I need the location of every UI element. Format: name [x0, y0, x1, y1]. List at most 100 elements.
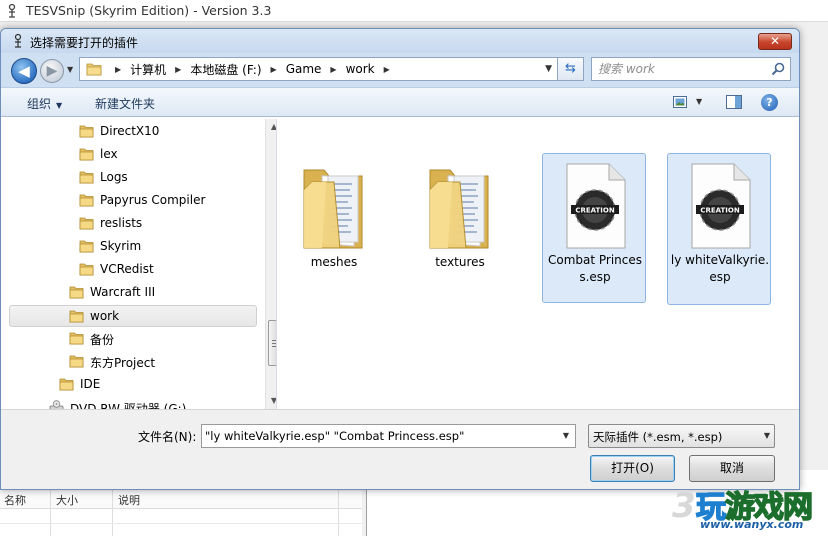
tree-item-label: Skyrim	[100, 239, 142, 253]
dialog-footer: 文件名(N): ▼ 天际插件 (*.esm, *.esp) ▼ 打开(O) 取消	[1, 409, 799, 489]
new-folder-button[interactable]: 新建文件夹	[95, 95, 155, 112]
col-divider	[112, 489, 113, 536]
chevron-down-icon: ▼	[763, 431, 770, 440]
refresh-button[interactable]: ⇆	[558, 57, 584, 81]
folder-icon	[79, 263, 94, 276]
tree-item-label: Papyrus Compiler	[100, 193, 206, 207]
tree-item-vcredist[interactable]: VCRedist	[79, 259, 257, 281]
command-toolbar: 组织 ▼ 新建文件夹 ▼ ?	[1, 87, 799, 117]
tree-item-label: Logs	[100, 170, 128, 184]
breadcrumb-computer[interactable]: 计算机	[130, 61, 166, 78]
tree-item-reslists[interactable]: reslists	[79, 213, 257, 235]
tree-item-lex[interactable]: lex	[79, 144, 257, 166]
folder-icon	[69, 332, 84, 345]
cancel-button[interactable]: 取消	[689, 455, 775, 482]
folder-icon	[86, 63, 102, 76]
organize-menu-button[interactable]: 组织 ▼	[27, 95, 62, 112]
tree-item-label: Warcraft III	[90, 285, 156, 299]
col-header-size[interactable]: 大小	[56, 492, 78, 508]
dialog-titlebar[interactable]: 选择需要打开的插件 ✕	[1, 29, 799, 53]
breadcrumb-drive[interactable]: 本地磁盘 (F:)	[190, 61, 261, 78]
breadcrumb-work[interactable]: work	[346, 62, 375, 76]
filename-combobox: ▼	[201, 424, 576, 448]
search-box	[591, 57, 791, 81]
breadcrumb-separator-icon[interactable]: ▶	[115, 65, 121, 74]
tree-item-dvd-rw-g[interactable]: DVD RW 驱动器 (G:)	[49, 397, 257, 409]
folder-icon	[69, 310, 84, 323]
tree-item-[interactable]: 备份	[69, 328, 257, 350]
watermark-number: 3	[672, 486, 696, 526]
file-name-label: textures	[435, 255, 485, 269]
folder-icon	[79, 148, 94, 161]
tree-item-work[interactable]: work	[9, 305, 257, 327]
tree-item-directx10[interactable]: DirectX10	[79, 121, 257, 143]
file-type-select[interactable]: 天际插件 (*.esm, *.esp) ▼	[588, 424, 775, 448]
watermark-url: www.wanyx.com	[700, 518, 804, 531]
breadcrumb-game[interactable]: Game	[286, 62, 322, 76]
scrollbar-thumb[interactable]	[268, 320, 276, 366]
tree-item-ide[interactable]: IDE	[59, 374, 257, 396]
breadcrumb-separator-icon[interactable]: ▶	[271, 65, 277, 74]
app-icon	[8, 3, 16, 18]
close-button[interactable]: ✕	[758, 33, 792, 50]
app-title: TESVSnip (Skyrim Edition) - Version 3.3	[26, 3, 272, 18]
change-view-icon[interactable]	[673, 96, 687, 108]
breadcrumb-separator-icon[interactable]: ▶	[175, 65, 181, 74]
open-file-dialog: 选择需要打开的插件 ✕ ◀ ▶ ▼ ▶ 计算机 ▶ 本地磁盘 (F:) ▶ Ga…	[0, 28, 800, 490]
nav-pane-scrollbar[interactable]: ▲ ▼	[265, 119, 276, 409]
file-type-value: 天际插件 (*.esm, *.esp)	[593, 430, 723, 444]
open-button[interactable]: 打开(O)	[590, 455, 675, 482]
col-header-name[interactable]: 名称	[4, 492, 26, 508]
help-icon[interactable]: ?	[761, 94, 778, 111]
breadcrumb-separator-icon[interactable]: ▶	[384, 65, 390, 74]
back-arrow-icon: ◀	[18, 62, 30, 80]
tree-item-label: work	[90, 309, 120, 323]
large-folder-icon	[429, 169, 489, 249]
search-input[interactable]	[598, 60, 763, 78]
forward-button[interactable]: ▶	[40, 59, 64, 83]
navigation-pane: DirectX10 lex Logs Papyrus Compiler reslists…	[9, 119, 277, 409]
folder-icon	[59, 378, 74, 391]
filename-input[interactable]	[205, 427, 555, 445]
back-button[interactable]: ◀	[11, 58, 37, 84]
tree-item-warcraft-iii[interactable]: Warcraft III	[69, 282, 257, 304]
breadcrumb-separator-icon[interactable]: ▶	[330, 65, 336, 74]
esp-file-item[interactable]: CREATION Combat Princess.esp	[542, 153, 646, 303]
folder-item[interactable]: textures	[407, 155, 511, 305]
tree-item-skyrim[interactable]: Skyrim	[79, 236, 257, 258]
tree-item-papyrus-compiler[interactable]: Papyrus Compiler	[79, 190, 257, 212]
large-folder-icon	[303, 169, 363, 249]
view-options-dropdown-icon[interactable]: ▼	[696, 97, 702, 106]
esp-file-item[interactable]: CREATION ly whiteValkyrie.esp	[667, 153, 771, 305]
preview-pane-icon[interactable]	[726, 95, 742, 109]
dialog-title: 选择需要打开的插件	[30, 36, 139, 50]
esp-file-icon: CREATION	[566, 163, 626, 249]
scroll-up-arrow-icon[interactable]: ▲	[266, 119, 276, 135]
folder-icon	[79, 171, 94, 184]
address-bar[interactable]: ▶ 计算机 ▶ 本地磁盘 (F:) ▶ Game ▶ work ▶ ▼	[79, 57, 558, 81]
scroll-down-arrow-icon[interactable]: ▼	[266, 393, 276, 409]
folder-icon	[69, 286, 84, 299]
tree-item-label: lex	[100, 147, 118, 161]
col-divider	[50, 489, 51, 536]
list-row-line	[0, 523, 362, 524]
dvd-drive-icon	[49, 400, 64, 409]
folder-icon	[69, 355, 84, 368]
esp-file-icon: CREATION	[691, 163, 751, 249]
tree-item-label: reslists	[100, 216, 143, 230]
creation-badge-text: CREATION	[700, 207, 740, 215]
search-icon[interactable]	[771, 62, 785, 76]
folder-item[interactable]: meshes	[281, 155, 385, 305]
recent-locations-dropdown-icon[interactable]: ▼	[67, 65, 73, 74]
tree-item-label: 备份	[90, 333, 115, 347]
address-dropdown-icon[interactable]: ▼	[545, 64, 552, 74]
col-header-desc[interactable]: 说明	[118, 492, 140, 508]
dialog-app-icon	[14, 33, 22, 48]
tree-item-logs[interactable]: Logs	[79, 167, 257, 189]
tree-item-project[interactable]: 东方Project	[69, 351, 257, 373]
filename-dropdown-icon[interactable]: ▼	[557, 425, 575, 447]
app-list-header: 名称 大小 说明	[0, 489, 362, 509]
tree-item-label: IDE	[80, 377, 101, 391]
file-name-label: ly whiteValkyrie.esp	[670, 253, 770, 284]
file-list-pane: meshes textures CREATION Combat Princess.es…	[277, 117, 799, 409]
